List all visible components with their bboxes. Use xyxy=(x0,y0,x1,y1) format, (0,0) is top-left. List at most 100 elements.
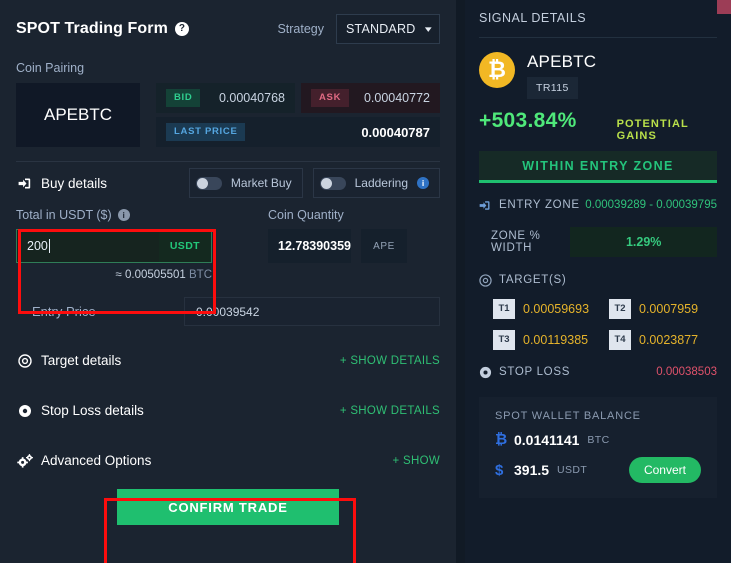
targets-grid: T1 0.00059693 T2 0.0007959 T3 0.00119385… xyxy=(479,298,717,350)
target-item: T3 0.00119385 xyxy=(493,329,601,350)
approx-amount: 0.00505501 xyxy=(125,269,186,281)
spot-wallet-card: SPOT WALLET BALANCE ₿ 0.0141141 BTC $ 39… xyxy=(479,397,717,499)
confirm-trade-button[interactable]: CONFIRM TRADE xyxy=(117,489,339,525)
info-icon[interactable]: i xyxy=(417,177,429,189)
stop-loss-label-wrap: STOP LOSS xyxy=(479,366,570,379)
coin-pairing-row: APEBTC BID 0.00040768 ASK 0.00040772 LAS… xyxy=(16,83,440,147)
advanced-show-link[interactable]: + SHOW xyxy=(393,455,441,467)
entry-zone-status-badge: WITHIN ENTRY ZONE xyxy=(479,151,717,183)
stop-loss-details-row[interactable]: Stop Loss details + SHOW DETAILS xyxy=(16,395,440,426)
coin-quantity-group: Coin Quantity 12.78390359 APE xyxy=(268,208,440,281)
coin-logo-icon: ₿ xyxy=(479,52,515,88)
market-buy-toggle[interactable]: Market Buy xyxy=(188,168,303,198)
target-icon xyxy=(479,273,492,287)
coin-quantity-box[interactable]: 12.78390359 xyxy=(268,229,351,263)
target-show-details-link[interactable]: + SHOW DETAILS xyxy=(340,355,440,367)
wallet-btc-row: ₿ 0.0141141 BTC xyxy=(495,431,701,448)
info-icon[interactable]: i xyxy=(117,209,130,221)
market-buy-switch[interactable] xyxy=(195,176,222,190)
signal-badge: TR115 xyxy=(527,77,578,99)
buy-details-title: Buy details xyxy=(41,175,108,191)
targets-header: TARGET(S) xyxy=(479,273,717,287)
spot-trading-form-panel: SPOT Trading Form ? Strategy STANDARD ▾ … xyxy=(0,0,456,563)
last-price-row: LAST PRICE 0.00040787 xyxy=(156,117,440,147)
pair-symbol[interactable]: APEBTC xyxy=(16,83,140,147)
dollar-icon: $ xyxy=(495,461,504,479)
strategy-select[interactable]: STANDARD ▾ xyxy=(336,14,440,44)
wallet-btc-unit: BTC xyxy=(587,433,610,446)
target-badge: T2 xyxy=(609,298,631,319)
target-value: 0.00059693 xyxy=(523,301,590,316)
approx-unit: BTC xyxy=(189,269,212,281)
advanced-options-title: Advanced Options xyxy=(41,453,152,468)
laddering-switch[interactable] xyxy=(319,176,346,190)
price-grid: BID 0.00040768 ASK 0.00040772 LAST PRICE… xyxy=(156,83,440,147)
wallet-usdt-row: $ 391.5 USDT Convert xyxy=(495,457,701,484)
target-item: T2 0.0007959 xyxy=(609,298,717,319)
page-title: SPOT Trading Form xyxy=(16,20,168,37)
target-value: 0.0023877 xyxy=(639,332,699,347)
strategy-label: Strategy xyxy=(277,22,324,36)
stop-loss-row: STOP LOSS 0.00038503 xyxy=(479,364,717,381)
buy-toggles: Market Buy Laddering i xyxy=(188,168,440,198)
last-price-tag: LAST PRICE xyxy=(166,123,246,141)
target-badge: T1 xyxy=(493,298,515,319)
strategy-control: Strategy STANDARD ▾ xyxy=(277,14,440,44)
amount-row: Total in USDT ($) i 200 USDT ≈ 0.0050550… xyxy=(16,208,440,281)
wallet-usdt-amount: 391.5 xyxy=(514,462,550,479)
login-arrow-icon xyxy=(16,177,34,190)
target-icon xyxy=(16,353,34,368)
potential-gains-value: +503.84% xyxy=(479,109,577,132)
potential-gains-label: POTENTIAL GAINS xyxy=(616,118,689,142)
total-amount-group: Total in USDT ($) i 200 USDT ≈ 0.0050550… xyxy=(16,208,212,281)
laddering-toggle[interactable]: Laddering i xyxy=(312,168,440,198)
coin-quantity-unit: APE xyxy=(361,229,407,263)
entry-zone-label-wrap: ENTRY ZONE xyxy=(479,199,580,211)
stop-loss-value: 0.00038503 xyxy=(656,365,717,378)
divider xyxy=(479,37,717,38)
signal-details-panel: SIGNAL DETAILS ₿ APEBTC TR115 +503.84% P… xyxy=(465,0,731,563)
entry-zone-row: ENTRY ZONE 0.00039289 - 0.00039795 xyxy=(479,197,717,214)
zone-width-label: ZONE % WIDTH xyxy=(491,229,541,254)
stop-loss-label: STOP LOSS xyxy=(499,366,571,378)
entry-price-label: Entry Price xyxy=(32,304,96,319)
bid-ask-row: BID 0.00040768 ASK 0.00040772 xyxy=(156,83,440,113)
target-item: T4 0.0023877 xyxy=(609,329,717,350)
approx-btc-value: ≈ 0.00505501 BTC xyxy=(16,269,212,281)
panel-gap xyxy=(456,0,465,563)
target-badge: T4 xyxy=(609,329,631,350)
stop-loss-icon xyxy=(16,404,34,418)
stop-loss-show-details-link[interactable]: + SHOW DETAILS xyxy=(340,405,440,417)
bid-value: 0.00040768 xyxy=(218,91,285,105)
potential-gains-row: +503.84% POTENTIAL GAINS xyxy=(479,109,717,142)
form-header: SPOT Trading Form ? Strategy STANDARD ▾ xyxy=(16,0,440,52)
ask-tag: ASK xyxy=(311,89,350,107)
help-icon[interactable]: ? xyxy=(174,22,189,36)
wallet-title: SPOT WALLET BALANCE xyxy=(495,410,641,423)
total-usdt-input[interactable]: 200 USDT xyxy=(16,229,212,263)
total-label-wrap: Total in USDT ($) i xyxy=(16,208,212,222)
entry-zone-label: ENTRY ZONE xyxy=(499,199,580,212)
entry-price-input[interactable]: 0.00039542 xyxy=(184,297,440,326)
convert-button[interactable]: Convert xyxy=(628,457,701,484)
market-buy-label: Market Buy xyxy=(230,176,292,190)
coin-quantity-label: Coin Quantity xyxy=(268,208,344,222)
coin-pairing-label: Coin Pairing xyxy=(16,61,85,75)
targets-label: TARGET(S) xyxy=(499,274,567,287)
text-caret xyxy=(48,239,50,253)
signal-coin-header: ₿ APEBTC TR115 xyxy=(479,52,717,99)
bid-cell: BID 0.00040768 xyxy=(156,83,295,113)
corner-marker xyxy=(717,0,731,14)
confirm-trade-wrap: CONFIRM TRADE xyxy=(16,489,440,525)
total-label: Total in USDT ($) xyxy=(16,208,112,222)
entry-price-row: Entry Price 0.00039542 xyxy=(16,297,440,326)
target-details-row[interactable]: Target details + SHOW DETAILS xyxy=(16,345,440,376)
wallet-btc-amount: 0.0141141 xyxy=(514,431,580,448)
advanced-options-row[interactable]: Advanced Options + SHOW xyxy=(16,445,440,476)
coin-quantity-value: 12.78390359 xyxy=(278,239,351,253)
approx-symbol: ≈ xyxy=(115,269,122,281)
last-price-value: 0.00040787 xyxy=(361,124,430,140)
signal-coin-name: APEBTC xyxy=(527,52,597,71)
buy-details-header: Buy details Market Buy Laddering i xyxy=(16,164,440,202)
wallet-usdt-unit: USDT xyxy=(557,464,588,477)
